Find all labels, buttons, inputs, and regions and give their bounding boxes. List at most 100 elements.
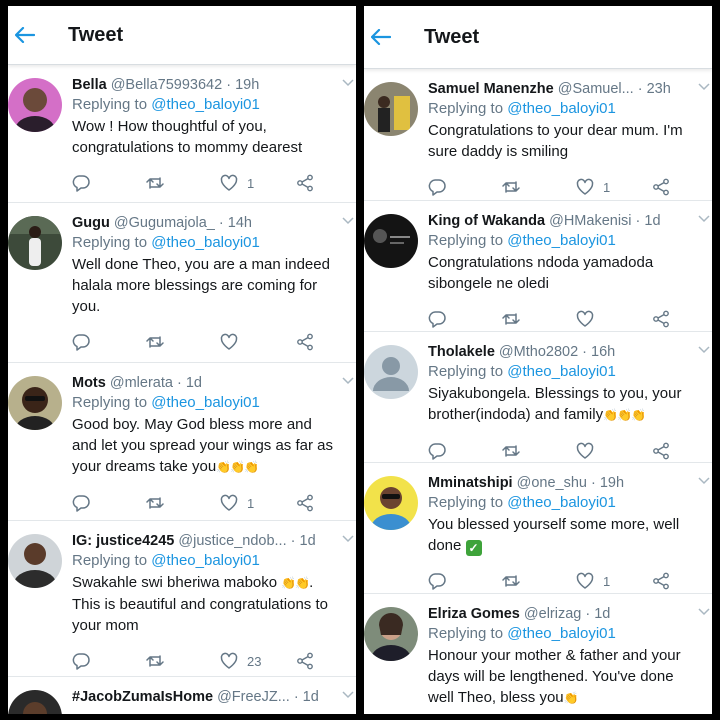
replying-label: Replying to — [72, 394, 152, 411]
reply-tweet[interactable]: Mots @mlerata · 1d Replying to @theo_bal… — [8, 363, 356, 521]
reply-button[interactable] — [428, 310, 502, 328]
avatar[interactable] — [364, 607, 418, 661]
reply-button[interactable] — [72, 494, 146, 512]
author-handle[interactable]: @one_shu — [517, 475, 587, 491]
share-button[interactable] — [652, 178, 670, 196]
author-name[interactable]: #JacobZumaIsHome — [72, 689, 213, 705]
retweet-button[interactable] — [502, 178, 576, 196]
author-name[interactable]: Samuel Manenzhe — [428, 81, 554, 97]
timestamp: · 23h — [637, 81, 671, 97]
back-arrow-icon[interactable] — [368, 24, 394, 50]
avatar[interactable] — [364, 476, 418, 530]
share-button[interactable] — [652, 442, 670, 460]
reply-button[interactable] — [428, 572, 502, 590]
author-handle[interactable]: @Bella75993642 — [111, 77, 222, 93]
reply-tweet[interactable]: Tholakele @Mtho2802 · 16h Replying to @t… — [364, 332, 712, 463]
author-name[interactable]: Bella — [72, 77, 107, 93]
reply-button[interactable] — [72, 174, 146, 192]
like-button[interactable]: 23 — [220, 652, 294, 670]
author-name[interactable]: Mminatshipi — [428, 475, 513, 491]
chevron-down-icon[interactable] — [342, 217, 354, 225]
author-name[interactable]: Mots — [72, 375, 106, 391]
avatar[interactable] — [8, 534, 62, 588]
author-name[interactable]: IG: justice4245 — [72, 533, 174, 549]
avatar[interactable] — [364, 82, 418, 136]
reply-tweet[interactable]: Gugu @Gugumajola_ · 14h Replying to @the… — [8, 203, 356, 363]
author-name[interactable]: King of Wakanda — [428, 213, 545, 229]
avatar[interactable] — [8, 690, 62, 714]
author-handle[interactable]: @mlerata — [110, 375, 173, 391]
share-button[interactable] — [296, 174, 314, 192]
reply-tweet[interactable]: Mminatshipi @one_shu · 19h Replying to @… — [364, 463, 712, 594]
share-icon — [297, 652, 313, 670]
share-button[interactable] — [652, 572, 670, 590]
avatar[interactable] — [8, 376, 62, 430]
mention-link[interactable]: @theo_baloyi01 — [507, 494, 616, 511]
avatar[interactable] — [8, 216, 62, 270]
chevron-down-icon[interactable] — [698, 346, 710, 354]
mention-link[interactable]: @theo_baloyi01 — [507, 363, 616, 380]
author-handle[interactable]: @HMakenisi — [549, 213, 631, 229]
reply-tweet[interactable]: #JacobZumaIsHome @FreeJZ... · 1d — [8, 677, 356, 714]
share-icon — [297, 174, 313, 192]
reply-icon — [428, 311, 446, 328]
author-handle[interactable]: @elrizag — [524, 606, 581, 622]
reply-tweet[interactable]: Samuel Manenzhe @Samuel... · 23h Replyin… — [364, 69, 712, 201]
like-button[interactable]: 1 — [576, 178, 650, 196]
author-name[interactable]: Elriza Gomes — [428, 606, 520, 622]
like-button[interactable]: 1 — [220, 494, 294, 512]
chevron-down-icon[interactable] — [342, 535, 354, 543]
like-button[interactable]: 1 — [576, 572, 650, 590]
retweet-button[interactable] — [502, 310, 576, 328]
author-handle[interactable]: @FreeJZ... — [217, 689, 290, 705]
retweet-button[interactable] — [502, 442, 576, 460]
like-button[interactable]: 1 — [220, 174, 294, 192]
mention-link[interactable]: @theo_baloyi01 — [151, 234, 260, 251]
timestamp: · 1d — [176, 375, 202, 391]
mention-link[interactable]: @theo_baloyi01 — [151, 394, 260, 411]
reply-button[interactable] — [72, 652, 146, 670]
reply-button[interactable] — [72, 333, 146, 351]
author-handle[interactable]: @Mtho2802 — [499, 344, 578, 360]
share-button[interactable] — [296, 494, 314, 512]
share-button[interactable] — [296, 333, 314, 351]
share-button[interactable] — [296, 652, 314, 670]
retweet-button[interactable] — [146, 333, 220, 351]
author-name[interactable]: Tholakele — [428, 344, 495, 360]
reply-tweet[interactable]: Bella @Bella75993642 · 19h Replying to @… — [8, 65, 356, 203]
chevron-down-icon[interactable] — [698, 477, 710, 485]
author-handle[interactable]: @Gugumajola_ — [114, 215, 215, 231]
reply-tweet[interactable]: IG: justice4245 @justice_ndob... · 1d Re… — [8, 521, 356, 677]
avatar[interactable] — [8, 78, 62, 132]
chevron-down-icon[interactable] — [342, 79, 354, 87]
chevron-down-icon[interactable] — [698, 83, 710, 91]
chevron-down-icon[interactable] — [698, 608, 710, 616]
avatar[interactable] — [364, 214, 418, 268]
mention-link[interactable]: @theo_baloyi01 — [507, 232, 616, 249]
author-handle[interactable]: @Samuel... — [558, 81, 634, 97]
reply-button[interactable] — [428, 442, 502, 460]
avatar[interactable] — [364, 345, 418, 399]
reply-button[interactable] — [428, 178, 502, 196]
retweet-button[interactable] — [146, 494, 220, 512]
share-button[interactable] — [652, 310, 670, 328]
chevron-down-icon[interactable] — [342, 377, 354, 385]
mention-link[interactable]: @theo_baloyi01 — [507, 625, 616, 642]
author-handle[interactable]: @justice_ndob... — [178, 533, 286, 549]
reply-icon — [428, 179, 446, 196]
author-name[interactable]: Gugu — [72, 215, 110, 231]
retweet-button[interactable] — [146, 174, 220, 192]
retweet-button[interactable] — [146, 652, 220, 670]
like-button[interactable] — [576, 442, 650, 460]
like-button[interactable] — [220, 333, 294, 351]
chevron-down-icon[interactable] — [342, 691, 354, 699]
chevron-down-icon[interactable] — [698, 215, 710, 223]
retweet-button[interactable] — [502, 572, 576, 590]
mention-link[interactable]: @theo_baloyi01 — [151, 96, 260, 113]
mention-link[interactable]: @theo_baloyi01 — [507, 100, 616, 117]
reply-tweet[interactable]: King of Wakanda @HMakenisi · 1d Replying… — [364, 201, 712, 332]
like-button[interactable] — [576, 310, 650, 328]
back-arrow-icon[interactable] — [12, 22, 38, 48]
mention-link[interactable]: @theo_baloyi01 — [151, 552, 260, 569]
reply-tweet[interactable]: Elriza Gomes @elrizag · 1d Replying to @… — [364, 594, 712, 714]
